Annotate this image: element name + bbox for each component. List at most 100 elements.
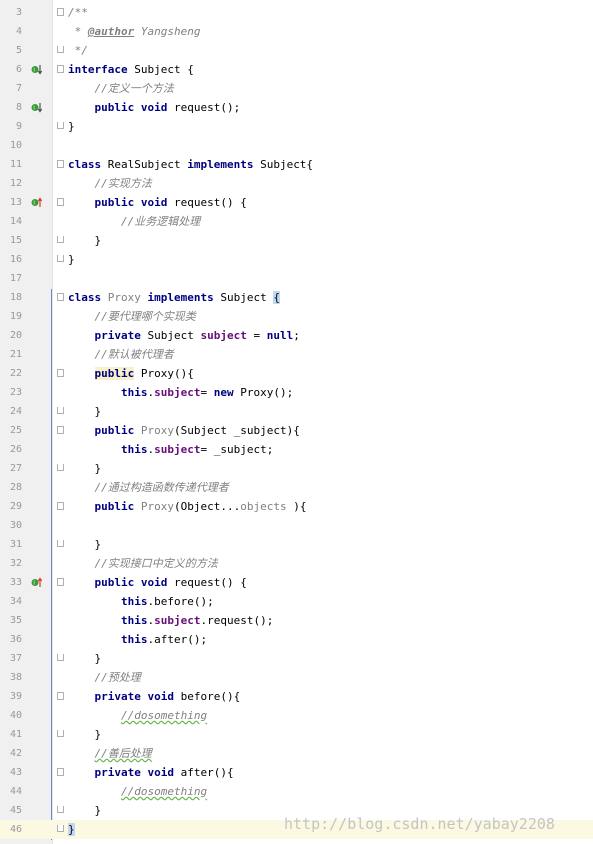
code-line[interactable]: 25 public Proxy(Subject _subject){ bbox=[0, 421, 593, 440]
code-line[interactable]: 32 //实现接口中定义的方法 bbox=[0, 554, 593, 573]
implemented-by-icon[interactable]: I bbox=[31, 102, 42, 113]
code-line[interactable]: 13 I public void request() { bbox=[0, 193, 593, 212]
code-line[interactable]: 22 public Proxy(){ bbox=[0, 364, 593, 383]
code-line[interactable]: 35 this.subject.request(); bbox=[0, 611, 593, 630]
code-line[interactable]: 28 //通过构造函数传递代理者 bbox=[0, 478, 593, 497]
code-line[interactable]: 3 /** bbox=[0, 3, 593, 22]
code-line[interactable]: 42 //善后处理 bbox=[0, 744, 593, 763]
fold-end-marker[interactable] bbox=[57, 236, 64, 243]
code-text: //dosomething bbox=[68, 782, 207, 801]
code-text: public Proxy(Object...objects ){ bbox=[68, 497, 307, 516]
code-line[interactable]: 7 //定义一个方法 bbox=[0, 79, 593, 98]
code-line[interactable]: 12 //实现方法 bbox=[0, 174, 593, 193]
code-text: } bbox=[68, 459, 101, 478]
fold-toggle[interactable] bbox=[57, 578, 64, 586]
code-line[interactable]: 5 */ bbox=[0, 41, 593, 60]
fold-end-marker[interactable] bbox=[57, 122, 64, 129]
fold-toggle[interactable] bbox=[57, 502, 64, 510]
code-line[interactable]: 18 class Proxy implements Subject { bbox=[0, 288, 593, 307]
fold-toggle[interactable] bbox=[57, 293, 64, 301]
code-line[interactable]: 33 I public void request() { bbox=[0, 573, 593, 592]
fold-toggle[interactable] bbox=[57, 198, 64, 206]
code-line[interactable]: 10 bbox=[0, 136, 593, 155]
code-line[interactable]: 24 } bbox=[0, 402, 593, 421]
code-line[interactable]: 14 //业务逻辑处理 bbox=[0, 212, 593, 231]
code-line[interactable]: 19 //要代理哪个实现类 bbox=[0, 307, 593, 326]
code-line[interactable]: 36 this.after(); bbox=[0, 630, 593, 649]
code-line[interactable]: 34 this.before(); bbox=[0, 592, 593, 611]
svg-text:I: I bbox=[33, 68, 34, 74]
code-line[interactable]: 40 //dosomething bbox=[0, 706, 593, 725]
line-number: 45 bbox=[9, 805, 22, 816]
line-number: 38 bbox=[9, 672, 22, 683]
fold-end-marker[interactable] bbox=[57, 46, 64, 53]
line-number: 17 bbox=[9, 273, 22, 284]
fold-toggle[interactable] bbox=[57, 426, 64, 434]
fold-end-marker[interactable] bbox=[57, 540, 64, 547]
code-line[interactable]: 9} bbox=[0, 117, 593, 136]
code-text: //业务逻辑处理 bbox=[68, 212, 200, 231]
code-line[interactable]: 31 } bbox=[0, 535, 593, 554]
code-line[interactable]: 4 * @author Yangsheng bbox=[0, 22, 593, 41]
code-line[interactable]: 8 I public void request(); bbox=[0, 98, 593, 117]
code-line[interactable]: 17 bbox=[0, 269, 593, 288]
code-token: .before(); bbox=[147, 595, 214, 608]
fold-toggle[interactable] bbox=[57, 160, 64, 168]
code-line[interactable]: 43 private void after(){ bbox=[0, 763, 593, 782]
fold-end-marker[interactable] bbox=[57, 806, 64, 813]
fold-end-marker[interactable] bbox=[57, 255, 64, 262]
code-token: } bbox=[68, 234, 102, 247]
fold-toggle[interactable] bbox=[57, 768, 64, 776]
fold-end-marker[interactable] bbox=[57, 730, 64, 737]
code-line[interactable]: 23 this.subject= new Proxy(); bbox=[0, 383, 593, 402]
code-token: //dosomething bbox=[120, 709, 208, 722]
code-token: subject bbox=[154, 386, 201, 399]
code-line[interactable]: 15 } bbox=[0, 231, 593, 250]
line-number: 18 bbox=[9, 292, 22, 303]
code-line[interactable]: 44 //dosomething bbox=[0, 782, 593, 801]
line-number: 43 bbox=[9, 767, 22, 778]
implements-method-icon[interactable]: I bbox=[31, 577, 42, 588]
code-line[interactable]: 21 //默认被代理者 bbox=[0, 345, 593, 364]
fold-end-marker[interactable] bbox=[57, 654, 64, 661]
code-line[interactable]: 20 private Subject subject = null; bbox=[0, 326, 593, 345]
fold-end-marker[interactable] bbox=[57, 407, 64, 414]
code-line[interactable]: 16} bbox=[0, 250, 593, 269]
code-token: } bbox=[68, 405, 102, 418]
code-line[interactable]: 38 //预处理 bbox=[0, 668, 593, 687]
code-line[interactable]: 41 } bbox=[0, 725, 593, 744]
code-line[interactable]: 29 public Proxy(Object...objects ){ bbox=[0, 497, 593, 516]
fold-toggle[interactable] bbox=[57, 692, 64, 700]
code-line[interactable]: 37 } bbox=[0, 649, 593, 668]
code-token: this bbox=[120, 595, 148, 608]
code-token: request() { bbox=[167, 576, 247, 589]
fold-toggle[interactable] bbox=[57, 8, 64, 16]
code-text: public void request() { bbox=[68, 573, 247, 592]
code-text: */ bbox=[68, 41, 88, 60]
code-token: subject bbox=[154, 443, 201, 456]
implemented-by-icon[interactable]: I bbox=[31, 64, 42, 75]
fold-end-marker[interactable] bbox=[57, 464, 64, 471]
code-line[interactable]: 11 class RealSubject implements Subject{ bbox=[0, 155, 593, 174]
code-line[interactable]: 30 bbox=[0, 516, 593, 535]
code-line[interactable]: 39 private void before(){ bbox=[0, 687, 593, 706]
code-token: RealSubject bbox=[101, 158, 188, 171]
fold-toggle[interactable] bbox=[57, 369, 64, 377]
svg-text:I: I bbox=[33, 106, 34, 112]
code-line[interactable]: 26 this.subject= _subject; bbox=[0, 440, 593, 459]
fold-toggle[interactable] bbox=[57, 65, 64, 73]
code-token: request() { bbox=[167, 196, 247, 209]
code-token: new bbox=[213, 386, 234, 399]
fold-end-marker[interactable] bbox=[57, 825, 64, 832]
code-line[interactable]: 27 } bbox=[0, 459, 593, 478]
code-token: public bbox=[94, 424, 135, 437]
code-editor[interactable]: 3/** 4 * @author Yangsheng 5 */6 Iinterface… bbox=[0, 0, 593, 844]
line-number: 12 bbox=[9, 178, 22, 189]
implements-method-icon[interactable]: I bbox=[31, 197, 42, 208]
code-line[interactable]: 6 Iinterface Subject { bbox=[0, 60, 593, 79]
